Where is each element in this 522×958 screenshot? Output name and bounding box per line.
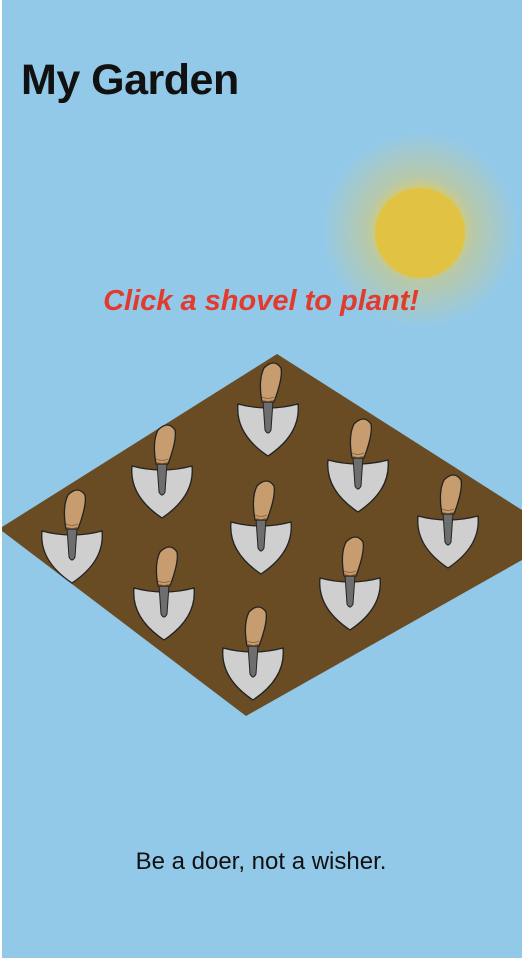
garden-plot: [2, 354, 522, 716]
motivational-quote: Be a doer, not a wisher.: [135, 848, 387, 875]
